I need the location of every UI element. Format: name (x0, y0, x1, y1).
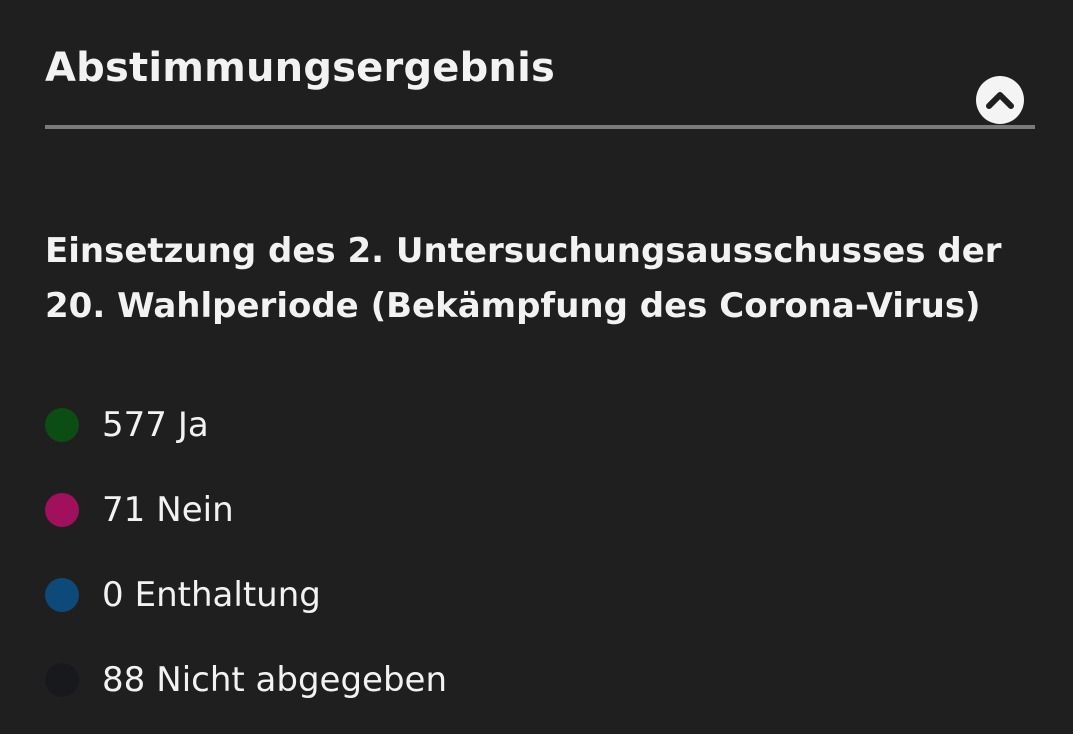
result-color-dot (45, 492, 79, 527)
result-item-enthaltung: 0 Enthaltung (45, 552, 447, 637)
result-color-dot (45, 407, 79, 442)
result-item-nicht-abgegeben: 88 Nicht abgegeben (45, 637, 447, 722)
result-color-dot (45, 577, 79, 612)
collapse-button[interactable] (976, 76, 1024, 124)
result-label: Nicht abgegeben (156, 659, 447, 700)
header-divider (45, 125, 1035, 129)
chevron-up-icon (986, 92, 1014, 109)
result-count: 71 (102, 489, 146, 530)
result-item-nein: 71 Nein (45, 467, 447, 552)
result-label: Ja (177, 404, 209, 445)
result-count: 0 (102, 574, 124, 615)
vote-results-list: 577 Ja 71 Nein 0 Enthaltung 88 Nicht abg… (45, 382, 447, 722)
vote-title: Einsetzung des 2. Untersuchungsausschuss… (45, 231, 1002, 326)
result-count: 577 (102, 404, 167, 445)
section-title: Abstimmungsergebnis (45, 45, 556, 91)
result-count: 88 (102, 659, 146, 700)
result-color-dot (45, 662, 79, 697)
results-header: Abstimmungsergebnis (45, 0, 1035, 130)
result-label: Enthaltung (134, 574, 321, 615)
result-label: Nein (156, 489, 234, 530)
result-item-ja: 577 Ja (45, 382, 447, 467)
